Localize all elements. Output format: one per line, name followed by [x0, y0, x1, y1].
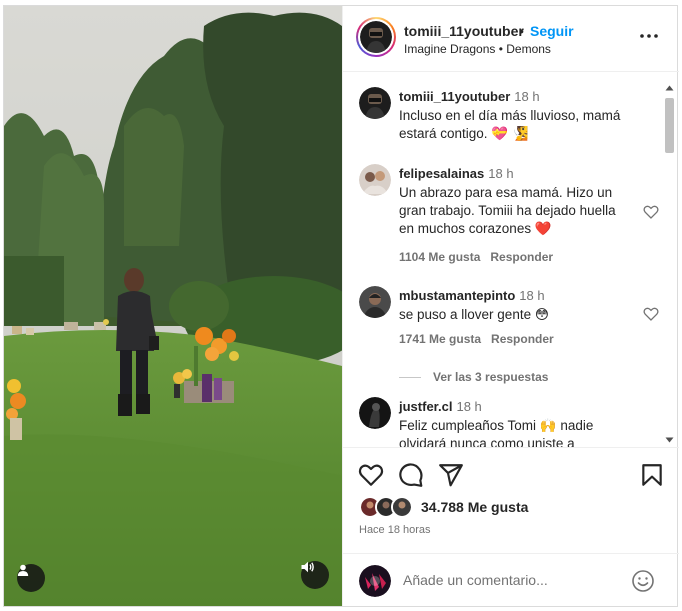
comments-list[interactable]: tomiii_11youtuber 18 h Incluso en el día …	[343, 73, 679, 447]
scrollbar[interactable]	[663, 85, 675, 443]
heart-icon[interactable]	[643, 204, 659, 220]
scroll-up-arrow-icon[interactable]	[665, 85, 674, 91]
heart-icon[interactable]	[643, 306, 659, 322]
post-actions: 34.788 Me gusta Hace 18 horas	[343, 447, 679, 607]
separator-dot: •	[519, 23, 524, 39]
story-ring[interactable]	[356, 17, 396, 57]
post-sidebar: tomiii_11youtuber • Seguir Imagine Drago…	[342, 6, 679, 607]
comment-time: 18 h	[514, 89, 540, 104]
view-replies-button[interactable]: Ver las 3 respuestas	[399, 370, 548, 384]
comment-username[interactable]: tomiii_11youtuber 18 h	[399, 89, 540, 104]
reply-button[interactable]: Responder	[490, 250, 553, 264]
avatar	[360, 21, 392, 53]
comment-icon[interactable]	[398, 462, 424, 488]
comment-text: Feliz cumpleaños Tomi 🙌 nadie olvidará n…	[399, 418, 594, 447]
bookmark-icon[interactable]	[639, 462, 665, 488]
reply-button[interactable]: Responder	[491, 332, 554, 346]
follow-button[interactable]: Seguir	[530, 23, 574, 39]
comment-time: 18 h	[456, 399, 482, 414]
avatar[interactable]	[359, 87, 391, 119]
scroll-down-arrow-icon[interactable]	[665, 437, 674, 443]
avatar	[359, 565, 391, 597]
add-comment-bar	[343, 553, 679, 607]
heart-icon[interactable]	[358, 462, 384, 488]
comment-likes[interactable]: 1741 Me gusta	[399, 332, 481, 346]
user-icon	[17, 564, 29, 576]
comment-item: justfer.cl 18 h Feliz cumpleaños Tomi 🙌 n…	[359, 397, 659, 447]
emoji-icon[interactable]	[631, 569, 655, 593]
comment-text: se puso a llover gente 😳	[399, 307, 549, 322]
audio-track-link[interactable]: Imagine Dragons • Demons	[404, 42, 551, 56]
comment-meta: 1741 Me gusta Responder	[399, 332, 554, 346]
speaker-icon	[301, 561, 314, 573]
comment-time: 18 h	[519, 288, 545, 303]
comment-username[interactable]: felipesalainas 18 h	[399, 166, 514, 181]
caption: tomiii_11youtuber 18 h Incluso en el día …	[359, 87, 659, 147]
comment-item: mbustamantepinto 18 h se puso a llover ge…	[359, 286, 659, 366]
post-header: tomiii_11youtuber • Seguir Imagine Drago…	[343, 6, 679, 72]
divider	[399, 376, 421, 378]
likes-row[interactable]: 34.788 Me gusta	[359, 495, 528, 519]
likes-count[interactable]: 34.788 Me gusta	[421, 499, 528, 515]
comment-username[interactable]: justfer.cl 18 h	[399, 399, 482, 414]
comment-meta: 1104 Me gusta Responder	[399, 250, 553, 264]
more-horizontal-icon[interactable]	[637, 28, 661, 44]
comment-username[interactable]: mbustamantepinto 18 h	[399, 288, 545, 303]
comment-time: 18 h	[488, 166, 514, 181]
scroll-thumb[interactable]	[665, 98, 674, 153]
cemetery-photo	[4, 6, 342, 606]
post-timestamp[interactable]: Hace 18 horas	[359, 524, 431, 536]
tagged-people-button[interactable]	[17, 564, 45, 592]
avatar[interactable]	[359, 286, 391, 318]
avatar	[391, 496, 413, 518]
post-media[interactable]	[4, 6, 342, 606]
share-icon[interactable]	[438, 462, 464, 488]
avatar[interactable]	[359, 164, 391, 196]
post-dialog: tomiii_11youtuber • Seguir Imagine Drago…	[3, 5, 679, 607]
comment-input[interactable]	[403, 572, 603, 588]
view-replies-label: Ver las 3 respuestas	[433, 370, 549, 384]
author-username[interactable]: tomiii_11youtuber	[404, 23, 524, 39]
audio-toggle-button[interactable]	[301, 561, 329, 589]
comment-likes[interactable]: 1104 Me gusta	[399, 250, 480, 264]
comment-item: felipesalainas 18 h Un abrazo para esa ma…	[359, 164, 659, 274]
caption-text: Incluso en el día más lluvioso, mamá est…	[399, 108, 621, 141]
avatar[interactable]	[359, 397, 391, 429]
comment-text: Un abrazo para esa mamá. Hizo un gran tr…	[399, 185, 616, 236]
